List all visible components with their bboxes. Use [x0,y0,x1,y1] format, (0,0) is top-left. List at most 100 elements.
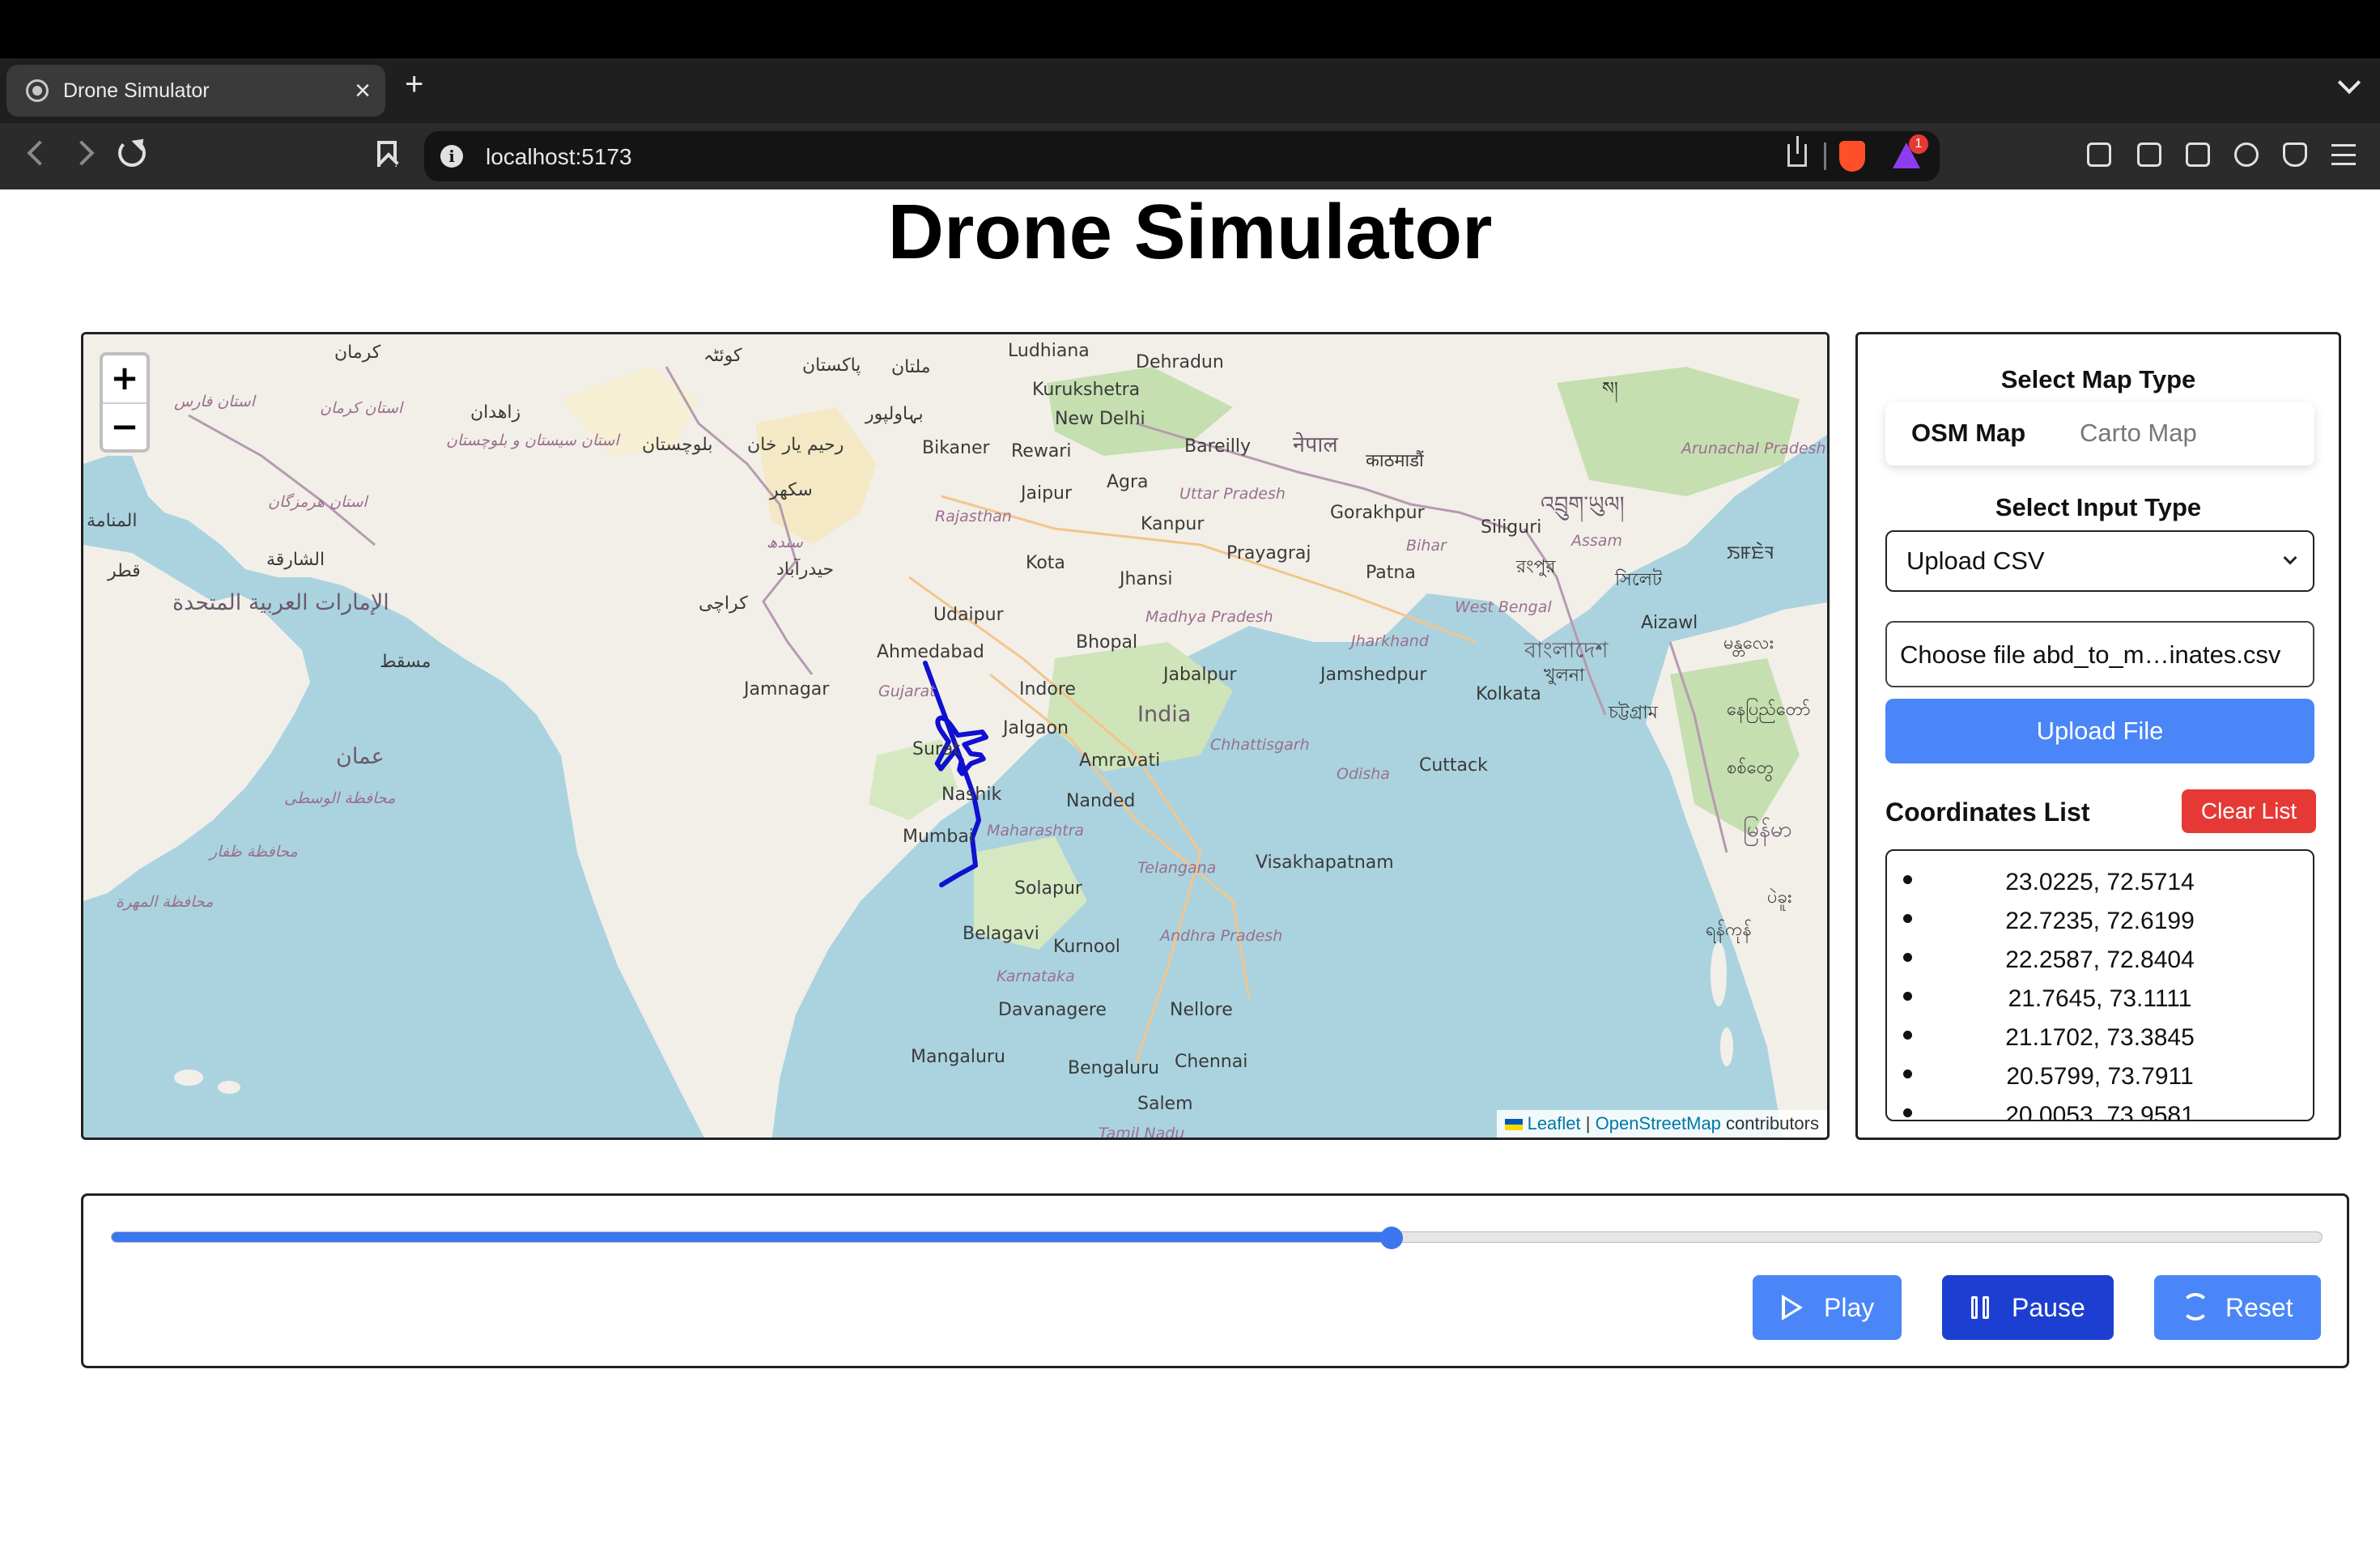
map-label: Madhya Pradesh [1145,608,1273,626]
progress-slider-thumb[interactable] [1379,1227,1403,1249]
url-text[interactable]: localhost:5173 [486,144,632,170]
bookmark-icon[interactable] [377,141,397,167]
map-label: Bihar [1406,537,1447,555]
map-label: Amravati [1079,751,1161,771]
map-label: Jamshedpur [1320,665,1427,685]
map-label: Jhansi [1120,569,1173,589]
upload-file-button[interactable]: Upload File [1885,699,2314,763]
coordinate-value: 20.0053, 73.9581 [2005,1102,2195,1121]
map-label: Tamil Nadu [1099,1125,1185,1140]
map-label: Ahmedabad [877,642,984,662]
clear-list-button[interactable]: Clear List [2182,789,2316,833]
forward-arrow-icon[interactable] [69,140,95,166]
map-label: الإمارات العربية المتحدة [172,590,389,615]
map-label: Jamnagar [744,679,830,700]
share-icon[interactable] [1787,136,1807,167]
play-icon [1782,1295,1803,1320]
map-label: رحیم یار خان [747,435,844,455]
playback-controls: Play Pause Reset [81,1193,2349,1368]
site-info-icon[interactable]: i [440,145,463,168]
input-type-select[interactable]: Upload CSV [1885,530,2314,592]
osm-map-option[interactable]: OSM Map [1911,419,2025,448]
map-label: Rewari [1011,441,1072,461]
zoom-out-button[interactable]: − [103,402,147,449]
extensions-icon[interactable] [2087,142,2111,167]
map-label: محافظة الوسطى [284,789,396,807]
control-panel: Select Map Type OSM Map Carto Map Select… [1855,332,2341,1140]
map-label: Rajasthan [935,508,1012,525]
map-label: محافظة ظفار [210,843,298,861]
globe-icon [26,79,49,102]
map-label: Davanagere [998,1000,1107,1020]
map-label: استان فارس [174,393,255,410]
rewards-badge: 1 [1909,134,1928,154]
zoom-in-button[interactable]: + [103,355,147,402]
back-arrow-icon[interactable] [27,140,53,166]
coordinate-value: 22.2587, 72.8404 [2005,946,2195,973]
map-label: Bareilly [1184,436,1252,457]
list-item: 20.5799, 73.7911 [1887,1055,2313,1094]
reload-icon[interactable] [118,139,146,167]
map-label: ꯏꯝꯐꯥꯜ [1727,543,1774,563]
map-label: Visakhapatnam [1256,853,1394,873]
map-label: Mangaluru [911,1047,1005,1067]
map-label: ملتان [891,357,931,377]
map-label: Gorakhpur [1330,503,1425,523]
coordinates-list[interactable]: 23.0225, 72.5714 22.7235, 72.6199 22.258… [1885,849,2314,1121]
map-label: Arunachal Pradesh [1681,440,1826,457]
map-label: محافظة المهرة [116,893,214,911]
map-label: Maharashtra [987,822,1085,840]
attribution-suffix: contributors [1726,1113,1819,1133]
list-item: 21.7645, 73.1111 [1887,977,2313,1016]
tab-close-icon[interactable]: × [355,74,371,107]
map-label: Kurukshetra [1032,380,1141,400]
tab-drone-simulator[interactable]: Drone Simulator × [6,65,385,117]
map-label: Bengaluru [1068,1058,1160,1078]
carto-map-option[interactable]: Carto Map [2080,419,2197,448]
vpn-shield-icon[interactable] [2283,142,2307,167]
menu-icon[interactable] [2331,144,2356,165]
wallet-icon[interactable] [2186,142,2210,167]
input-type-heading: Select Input Type [1995,493,2202,521]
map-label: حیدرآباد [776,559,835,580]
window-titlebar [0,0,2380,58]
map-label: کوئٹہ [703,346,742,366]
progress-slider[interactable] [111,1227,2323,1249]
map-label: Andhra Pradesh [1160,927,1283,945]
map-label: Karnataka [997,968,1075,985]
address-bar[interactable]: i localhost:5173 1 [424,131,1940,181]
map-label: Ludhiana [1008,341,1090,361]
map-label: রংপুর [1516,557,1556,577]
leaflet-link[interactable]: Leaflet [1528,1113,1581,1133]
sidebar-icon[interactable] [2137,142,2161,167]
brave-shields-icon[interactable] [1839,141,1865,172]
map-label: စစ်တွေ [1727,758,1774,778]
map-label: زاهدان [470,402,521,423]
ukraine-flag-icon [1504,1119,1523,1131]
map-label: Uttar Pradesh [1179,485,1286,503]
map-label: Aizawl [1641,613,1698,633]
map-container[interactable]: Ludhiana Dehradun Kurukshetra New Delhi … [81,332,1830,1140]
list-item: 23.0225, 72.5714 [1887,861,2313,899]
coordinate-value: 21.1702, 73.3845 [2005,1024,2195,1051]
map-label: Siliguri [1481,517,1542,538]
reset-button[interactable]: Reset [2154,1275,2321,1340]
input-type-value: Upload CSV [1906,546,2045,575]
leo-ai-icon[interactable] [2234,142,2259,167]
play-button[interactable]: Play [1753,1275,1902,1340]
map-label: Bhopal [1076,632,1138,653]
map-label: New Delhi [1055,409,1145,429]
map-label: চট্টগ্রাম [1609,703,1658,723]
map-label: بہاولپور [865,404,924,424]
coordinate-value: 20.5799, 73.7911 [2006,1063,2194,1090]
pause-button[interactable]: Pause [1942,1275,2114,1340]
new-tab-button[interactable]: + [405,68,423,100]
tab-strip: Drone Simulator × [0,58,2380,123]
map-label: India [1137,702,1192,727]
map-label: Surat [912,739,961,759]
map-label: كرمان [334,342,381,363]
file-input[interactable]: Choose file abd_to_m…inates.csv [1885,621,2314,687]
openstreetmap-link[interactable]: OpenStreetMap [1596,1113,1721,1133]
coordinate-value: 22.7235, 72.6199 [2005,908,2195,934]
map-label: Odisha [1337,765,1390,783]
